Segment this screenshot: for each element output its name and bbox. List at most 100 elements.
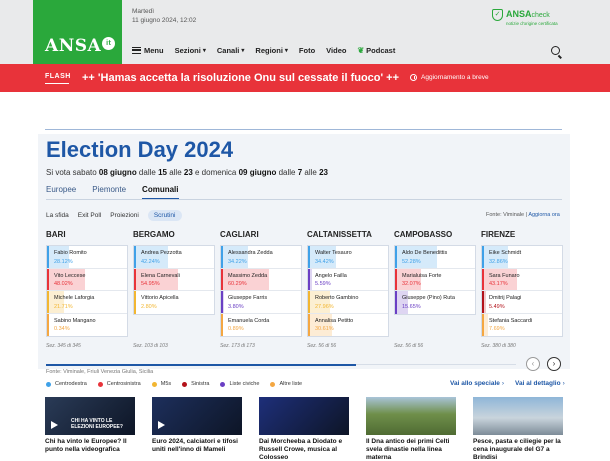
refresh-link[interactable]: Aggiorna ora	[528, 212, 560, 218]
news-caption[interactable]: Il Dna antico dei primi Celti svela dina…	[366, 438, 456, 461]
news-thumbnail[interactable]: CHI HA VINTO LE ELEZIONI EUROPEE?	[45, 397, 135, 435]
city-column[interactable]: CAMPOBASSO Aldo De Benedittis 52.28% Marial…	[394, 230, 476, 349]
candidate-percentage: 2.80%	[141, 303, 157, 310]
carousel-prev-button[interactable]: ‹	[526, 357, 540, 371]
city-column[interactable]: FIRENZE Eike Schmidt 32.86% Sara Funaro 43.1…	[481, 230, 563, 349]
news-card[interactable]: CHI HA VINTO LE ELEZIONI EUROPEE? Chi ha …	[45, 397, 135, 454]
news-caption[interactable]: Pesce, pasta e ciliegie per la cena inau…	[473, 438, 563, 461]
candidate-name: Angelo Failla	[315, 272, 347, 279]
legend-item-liste_civiche: Liste civiche	[220, 381, 259, 387]
subtab-exit-poll[interactable]: Exit Poll	[78, 212, 101, 219]
city-column[interactable]: BERGAMO Andrea Pezzotta 42.24% Elena Carnev…	[133, 230, 215, 349]
news-caption[interactable]: Dai Morcheeba a Diodato e Russell Crowe,…	[259, 438, 349, 461]
news-card[interactable]: Il Dna antico dei primi Celti svela dina…	[366, 397, 456, 461]
nav-canali[interactable]: Canali ▾	[217, 46, 245, 55]
flash-headline[interactable]: ++ 'Hamas accetta la risoluzione Onu sul…	[82, 72, 399, 84]
legend-label: Centrodestra	[55, 381, 87, 387]
coalition-marker	[395, 246, 397, 268]
source-label: Fonte: Viminale	[486, 212, 525, 218]
candidate-row[interactable]: Emanuela Corda 0.89%	[221, 313, 301, 336]
nav-video[interactable]: Video	[326, 46, 346, 55]
news-caption[interactable]: Euro 2024, calciatori e tifosi uniti nel…	[152, 438, 242, 454]
candidate-percentage: 21.71%	[54, 303, 73, 310]
nav-podcast[interactable]: ❦ Podcast	[357, 46, 395, 55]
candidate-row[interactable]: Vito Leccese 48.02%	[47, 268, 127, 291]
candidate-row[interactable]: Andrea Pezzotta 42.24%	[134, 246, 214, 269]
news-thumbnail[interactable]	[473, 397, 563, 435]
candidate-percentage: 32.07%	[402, 281, 421, 287]
subtitle-part: e domenica	[192, 168, 239, 177]
candidate-percentage: 27.96%	[315, 303, 334, 310]
news-card[interactable]: Dai Morcheeba a Diodato e Russell Crowe,…	[259, 397, 349, 461]
candidate-percentage: 34.22%	[228, 258, 247, 265]
election-subtitle: Si vota sabato 08 giugno dalle 15 alle 2…	[46, 168, 328, 177]
candidate-name: Stefania Saccardi	[489, 317, 533, 324]
candidate-row[interactable]: Walter Tesauro 34.42%	[308, 246, 388, 269]
ansa-logo[interactable]: ANSA it	[33, 0, 122, 64]
chevron-right-icon: ›	[501, 380, 505, 387]
candidate-name: Andrea Pezzotta	[141, 250, 182, 256]
nav-sezioni[interactable]: Sezioni ▾	[175, 46, 206, 55]
news-card[interactable]: Pesce, pasta e ciliegie per la cena inau…	[473, 397, 563, 461]
candidate-row[interactable]: Michele Laforgia 21.71%	[47, 291, 127, 314]
candidate-row[interactable]: Sabino Mangano 0.34%	[47, 313, 127, 336]
main-nav: Menu Sezioni ▾ Canali ▾ Regioni ▾ Foto Vide…	[132, 46, 406, 55]
candidate-row[interactable]: Elena Carnevali 54.95%	[134, 268, 214, 291]
city-column[interactable]: CAGLIARI Alessandra Zedda 34.22% Massimo Ze…	[220, 230, 302, 349]
tab-europee[interactable]: Europee	[46, 185, 76, 200]
candidate-row[interactable]: Angelo Failla 5.59%	[308, 268, 388, 291]
candidate-row[interactable]: Roberto Gambino 27.96%	[308, 291, 388, 314]
flash-bar[interactable]: FLASH ++ 'Hamas accetta la risoluzione O…	[0, 64, 610, 92]
city-column[interactable]: BARI Fabio Romito 28.12% Vito Leccese 48.02%…	[46, 230, 128, 349]
vai-speciale-link[interactable]: Vai allo speciale ›	[450, 380, 504, 387]
tab-piemonte[interactable]: Piemonte	[92, 185, 126, 200]
ansacheck-badge[interactable]: ✓ ANSAcheck notizie d'origine certificat…	[492, 9, 558, 27]
coalition-marker	[395, 291, 397, 314]
candidate-row[interactable]: Alessandra Zedda 34.22%	[221, 246, 301, 269]
current-date: Martedì 11 giugno 2024, 12:02	[132, 7, 196, 25]
candidate-row[interactable]: Massimo Zedda 60.29%	[221, 268, 301, 291]
candidate-row[interactable]: Stefania Saccardi 7.69%	[482, 313, 562, 336]
subtitle-part: 23	[319, 168, 328, 177]
carousel-next-button[interactable]: ›	[547, 357, 561, 371]
election-title[interactable]: Election Day 2024	[46, 137, 233, 163]
subtab-proiezioni[interactable]: Proiezioni	[110, 212, 139, 219]
coalition-marker	[221, 291, 223, 313]
candidate-percentage: 34.42%	[315, 258, 334, 265]
news-thumbnail[interactable]	[259, 397, 349, 435]
ansacheck-brand: ANSA	[506, 9, 532, 19]
flash-update-text: Aggiornamento a breve	[421, 74, 489, 81]
nav-regioni[interactable]: Regioni ▾	[255, 46, 288, 55]
vai-dettaglio-link[interactable]: Vai al dettaglio ›	[515, 380, 565, 387]
city-column[interactable]: CALTANISSETTA Walter Tesauro 34.42% Angelo …	[307, 230, 389, 349]
search-icon[interactable]	[551, 46, 560, 55]
candidate-row[interactable]: Sara Funaro 43.17%	[482, 268, 562, 291]
coalition-marker	[482, 291, 484, 313]
candidate-row[interactable]: Fabio Romito 28.12%	[47, 246, 127, 269]
coalition-legend: Centrodestra Centrosinistra M5s Sinistra Lis…	[46, 381, 313, 387]
play-icon	[158, 421, 165, 429]
candidate-row[interactable]: Eike Schmidt 32.86%	[482, 246, 562, 269]
coalition-marker	[134, 246, 136, 268]
legend-item-m5s: M5s	[151, 381, 171, 387]
nav-sezioni-label: Sezioni	[174, 46, 201, 55]
candidate-percentage: 0.34%	[54, 326, 70, 332]
candidate-row[interactable]: Dmitrij Palagi 5.49%	[482, 291, 562, 314]
news-thumbnail[interactable]	[366, 397, 456, 435]
candidate-row[interactable]: Marialuisa Forte 32.07%	[395, 268, 475, 291]
candidate-row[interactable]: Vittorio Apicella 2.80%	[134, 291, 214, 314]
candidate-percentage: 48.02%	[54, 281, 73, 287]
subtab-la-sfida[interactable]: La sfida	[46, 212, 69, 219]
candidate-row[interactable]: Annalisa Petitto 30.61%	[308, 313, 388, 336]
nav-menu[interactable]: Menu	[132, 46, 164, 55]
candidate-row[interactable]: Giuseppe (Pino) Ruta 15.65%	[395, 291, 475, 314]
news-caption[interactable]: Chi ha vinto le Europee? Il punto nella …	[45, 438, 135, 454]
candidate-row[interactable]: Aldo De Benedittis 52.28%	[395, 246, 475, 269]
candidate-row[interactable]: Giuseppe Farris 3.80%	[221, 291, 301, 314]
tab-comunali[interactable]: Comunali	[142, 185, 179, 200]
news-thumbnail[interactable]	[152, 397, 242, 435]
subtab-scrutini[interactable]: Scrutini	[147, 210, 182, 221]
nav-foto[interactable]: Foto	[299, 46, 315, 55]
news-card[interactable]: Euro 2024, calciatori e tifosi uniti nel…	[152, 397, 242, 454]
ansacheck-title: ANSAcheck	[506, 9, 558, 21]
